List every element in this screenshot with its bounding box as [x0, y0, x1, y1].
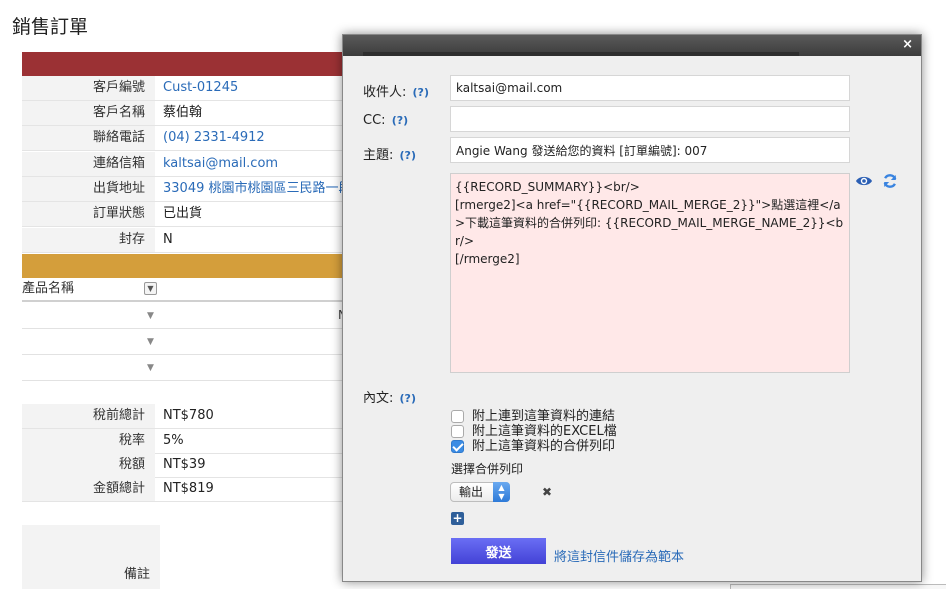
page-footer-edge: [730, 584, 946, 589]
send-email-dialog: × 收件人: (?) CC: (?) 主題: (?) {{RECORD_SUMM…: [342, 34, 922, 582]
notes-label: 備註: [123, 567, 150, 582]
field-row: 封存 N: [22, 228, 362, 253]
total-value: NT$780: [163, 408, 214, 423]
field-row: 連絡信箱 kaltsai@mail.com: [22, 152, 362, 177]
field-row: 出貨地址 33049 桃園市桃園區三民路一段: [22, 177, 362, 202]
help-link[interactable]: (?): [400, 149, 416, 162]
help-link[interactable]: (?): [413, 86, 429, 99]
total-value: NT$819: [163, 481, 214, 496]
total-label: 稅率: [22, 429, 155, 453]
field-label: 客戶名稱: [22, 101, 155, 125]
cc-label-text: CC:: [363, 113, 386, 128]
field-label: 客戶編號: [22, 76, 155, 100]
help-link[interactable]: (?): [392, 114, 408, 127]
total-row: 稅率 5%: [22, 429, 362, 454]
add-merge-icon[interactable]: +: [451, 512, 464, 525]
field-value: N: [163, 232, 173, 247]
body-label-text: 內文:: [363, 391, 394, 406]
merge-template-select[interactable]: 輸出 ▲ ▼: [450, 482, 510, 502]
to-input[interactable]: [450, 75, 850, 101]
field-value: 已出貨: [163, 206, 203, 221]
total-value: 5%: [163, 433, 184, 448]
total-label: 稅前總計: [22, 404, 155, 428]
attach-link-checkbox[interactable]: [451, 410, 464, 423]
field-label: 聯絡電話: [22, 126, 155, 150]
dialog-titlebar[interactable]: ×: [343, 35, 921, 56]
merge-select-title: 選擇合併列印: [451, 462, 524, 476]
product-table-header: 產品名稱 ▼: [22, 278, 362, 302]
row-dropdown-caret-icon[interactable]: ▼: [147, 363, 154, 373]
cc-label: CC: (?): [363, 113, 408, 128]
send-button[interactable]: 發送: [451, 538, 546, 564]
field-row: 客戶編號 Cust-01245: [22, 76, 362, 101]
attach-excel-checkbox[interactable]: [451, 425, 464, 438]
section-header-bar: [22, 52, 362, 76]
total-label: 稅額: [22, 453, 155, 477]
titlebar-strip: [363, 52, 799, 56]
field-row: 客戶名稱 蔡伯翰: [22, 101, 362, 126]
field-label: 出貨地址: [22, 177, 155, 201]
attach-excel-label: 附上這筆資料的EXCEL檔: [472, 424, 617, 439]
field-value-link[interactable]: (04) 2331-4912: [163, 126, 265, 150]
field-label: 封存: [22, 228, 155, 252]
refresh-icon[interactable]: [882, 173, 898, 189]
close-icon[interactable]: ×: [902, 37, 913, 53]
table-row: ▼ N: [22, 303, 362, 329]
help-link[interactable]: (?): [400, 392, 416, 405]
column-menu-icon[interactable]: ▼: [144, 282, 157, 295]
cc-input[interactable]: [450, 106, 850, 132]
merge-template-value: 輸出: [459, 485, 484, 499]
page-title: 銷售訂單: [12, 16, 89, 38]
subject-input[interactable]: [450, 137, 850, 163]
total-label: 金額總計: [22, 477, 155, 501]
total-row: 稅額 NT$39: [22, 453, 362, 478]
select-arrows-icon[interactable]: ▲ ▼: [493, 482, 510, 502]
body-label: 內文: (?): [363, 387, 416, 406]
total-row: 稅前總計 NT$780: [22, 404, 362, 429]
column-header-product-name: 產品名稱: [22, 281, 75, 296]
field-label: 訂單狀態: [22, 202, 155, 226]
row-dropdown-caret-icon[interactable]: ▼: [147, 337, 154, 347]
total-row: 金額總計 NT$819: [22, 477, 362, 502]
field-label: 連絡信箱: [22, 152, 155, 176]
row-dropdown-caret-icon[interactable]: ▼: [147, 311, 154, 321]
attach-merge-label: 附上這筆資料的合併列印: [472, 439, 616, 454]
body-editor[interactable]: {{RECORD_SUMMARY}}<br/> [rmerge2]<a href…: [450, 173, 850, 373]
to-label-text: 收件人:: [363, 85, 407, 100]
field-value-link[interactable]: Cust-01245: [163, 76, 238, 100]
field-value-link[interactable]: kaltsai@mail.com: [163, 152, 278, 176]
field-row: 聯絡電話 (04) 2331-4912: [22, 126, 362, 151]
subject-label-text: 主題:: [363, 148, 394, 163]
section-header-bar: [22, 254, 362, 278]
subject-label: 主題: (?): [363, 144, 416, 163]
table-row: ▼: [22, 329, 362, 355]
field-value-link[interactable]: 33049 桃園市桃園區三民路一段: [163, 177, 352, 201]
notes-field: 備註: [22, 525, 160, 589]
table-row: ▼: [22, 355, 362, 381]
field-row: 訂單狀態 已出貨: [22, 202, 362, 227]
preview-eye-icon[interactable]: [855, 174, 873, 188]
attach-merge-checkbox[interactable]: [451, 440, 464, 453]
save-as-template-link[interactable]: 將這封信件儲存為範本: [554, 546, 684, 565]
field-value: 蔡伯翰: [163, 105, 203, 120]
remove-merge-icon[interactable]: ✖: [542, 485, 552, 499]
total-value: NT$39: [163, 457, 206, 472]
attach-link-label: 附上連到這筆資料的連結: [472, 409, 616, 424]
to-label: 收件人: (?): [363, 81, 429, 100]
